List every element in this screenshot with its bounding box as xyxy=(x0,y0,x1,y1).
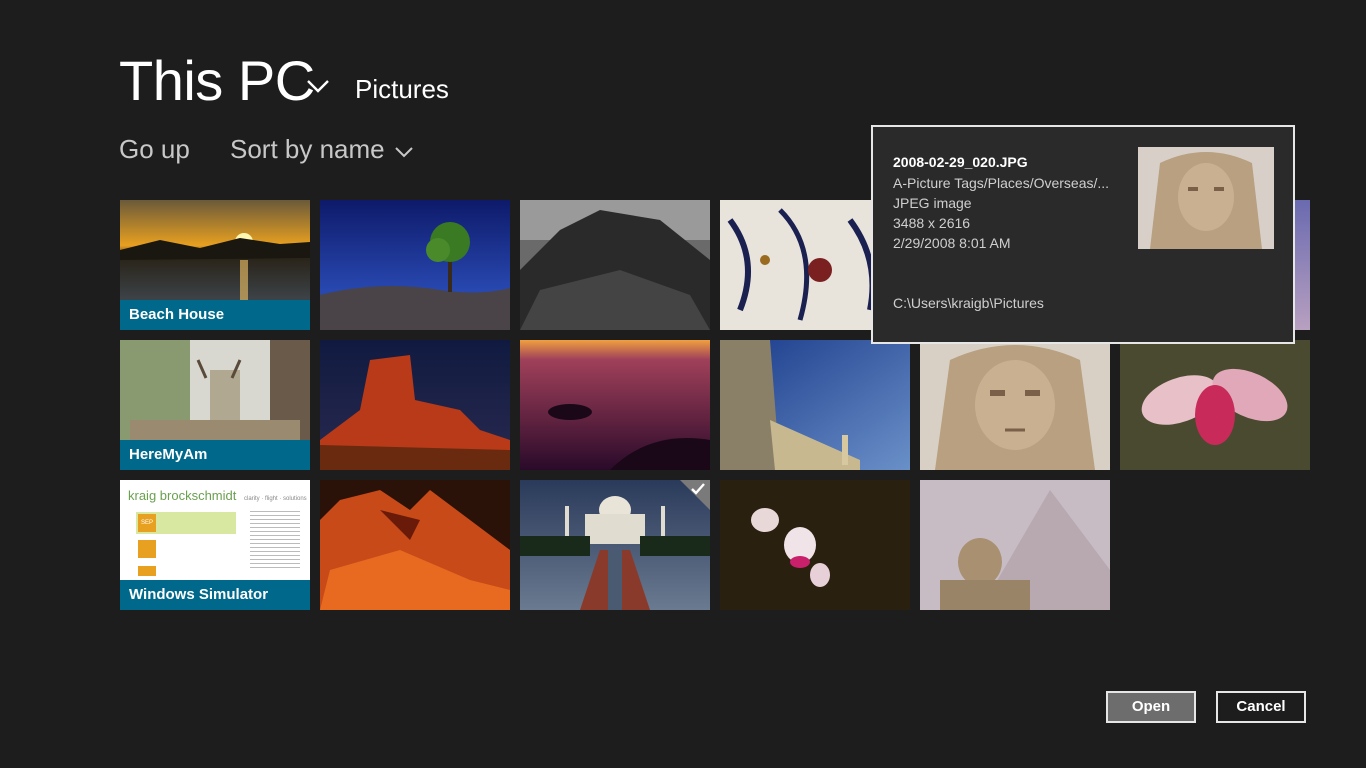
photo-tile[interactable] xyxy=(520,340,710,470)
file-info-tooltip: 2008-02-29_020.JPG A-Picture Tags/Places… xyxy=(871,125,1295,344)
chevron-down-icon[interactable] xyxy=(306,78,330,94)
checkmark-icon xyxy=(691,483,705,495)
tulip-image xyxy=(1120,340,1310,470)
minaret-sky-image xyxy=(720,340,910,470)
cancel-button[interactable]: Cancel xyxy=(1216,691,1306,723)
red-ruin-night-image xyxy=(320,340,510,470)
photo-tile[interactable] xyxy=(320,480,510,610)
thumb-title: kraig brockschmidt xyxy=(128,488,237,503)
file-picker: This PC Pictures Go up Sort by name Beac… xyxy=(0,0,1366,768)
tooltip-thumbnail xyxy=(1138,147,1274,249)
red-cliffs-image xyxy=(320,480,510,610)
photo-tile[interactable] xyxy=(1120,340,1310,470)
folder-tile-beach-house[interactable]: Beach House xyxy=(120,200,310,330)
photo-tile[interactable] xyxy=(320,200,510,330)
thumb-tagline: clarity · flight · solutions xyxy=(244,496,307,502)
tooltip-tags: A-Picture Tags/Places/Overseas/... xyxy=(893,175,1110,191)
sphinx-closeup-image xyxy=(920,340,1110,470)
rock-ruin-bw-image xyxy=(520,200,710,330)
bell-flowers-image xyxy=(720,480,910,610)
photo-tile[interactable] xyxy=(320,340,510,470)
photo-tile[interactable] xyxy=(720,480,910,610)
photo-tile[interactable] xyxy=(720,340,910,470)
photo-tile-hovered[interactable] xyxy=(920,340,1110,470)
folder-label: Beach House xyxy=(120,300,310,330)
current-folder: Pictures xyxy=(355,74,449,104)
open-button[interactable]: Open xyxy=(1106,691,1196,723)
sort-dropdown[interactable]: Sort by name xyxy=(230,134,385,165)
photo-tile[interactable] xyxy=(520,200,710,330)
sphinx-pyramid-image xyxy=(920,480,1110,610)
folder-tile-windows-simulator[interactable]: kraig brockschmidt clarity · flight · so… xyxy=(120,480,310,610)
folder-label: Windows Simulator xyxy=(120,580,310,610)
tree-dune-image xyxy=(320,200,510,330)
tooltip-date: 2/29/2008 8:01 AM xyxy=(893,235,1011,251)
photo-tile[interactable] xyxy=(920,480,1110,610)
go-up-link[interactable]: Go up xyxy=(119,134,190,165)
location-title[interactable]: This PC xyxy=(119,48,315,113)
thumb-badge: SEP xyxy=(138,514,156,532)
tooltip-path: C:\Users\kraigb\Pictures xyxy=(893,295,1044,311)
purple-shore-image xyxy=(520,340,710,470)
tooltip-filename: 2008-02-29_020.JPG xyxy=(893,154,1028,170)
folder-label: HereMyAm xyxy=(120,440,310,470)
chevron-down-icon[interactable] xyxy=(394,145,414,159)
photo-tile-selected[interactable] xyxy=(520,480,710,610)
tooltip-type: JPEG image xyxy=(893,195,972,211)
tooltip-dimensions: 3488 x 2616 xyxy=(893,215,971,231)
folder-tile-heremyam[interactable]: HereMyAm xyxy=(120,340,310,470)
